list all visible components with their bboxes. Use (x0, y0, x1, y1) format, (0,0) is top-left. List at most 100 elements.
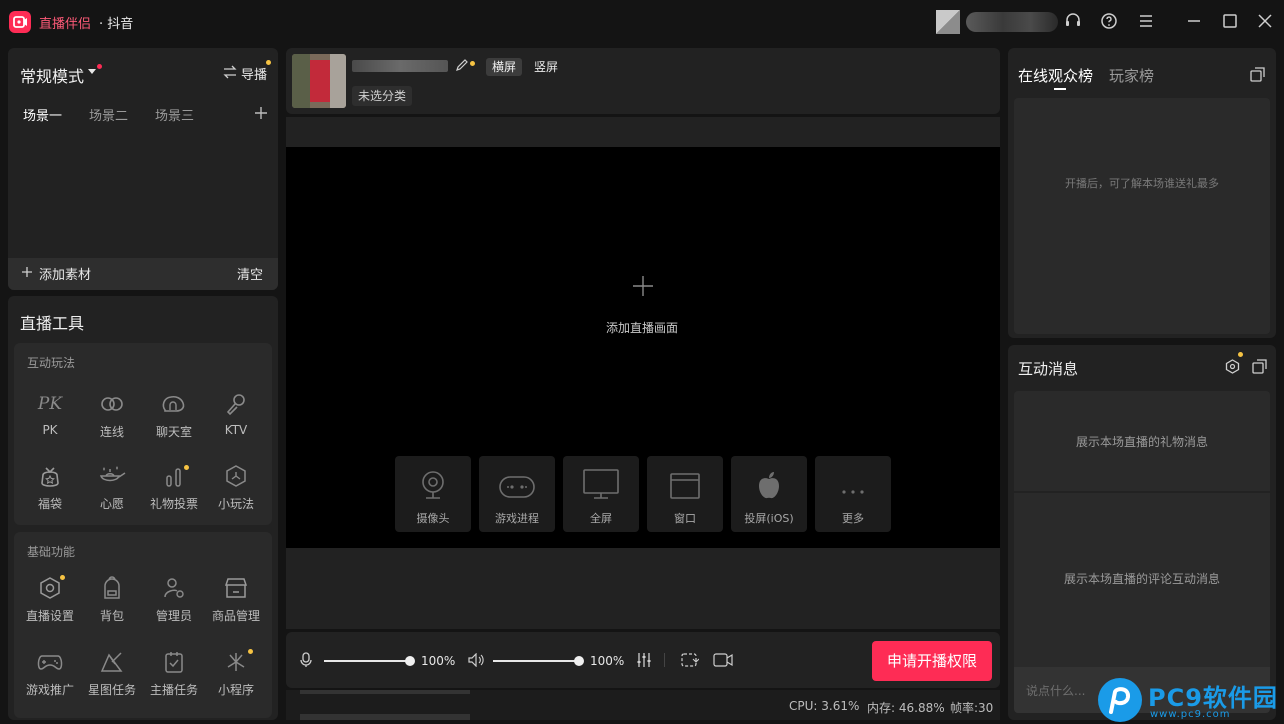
source-fullscreen[interactable]: 全屏 (563, 456, 639, 532)
source-camera[interactable]: 摄像头 (395, 456, 471, 532)
audience-panel: 在线观众榜 玩家榜 开播后，可了解本场谁送礼最多 (1008, 48, 1276, 338)
tab-active-indicator (1054, 88, 1066, 90)
backpack-label: 背包 (99, 609, 124, 623)
add-scene-label: 添加直播画面 (606, 321, 679, 335)
minimize-icon[interactable] (1185, 12, 1205, 32)
screen-rotate-icon[interactable] (679, 653, 699, 667)
stream-cover[interactable] (292, 54, 346, 108)
support-headset-icon[interactable] (1064, 12, 1084, 32)
mini-program-button[interactable]: 小程序 (205, 649, 267, 698)
close-icon[interactable] (1256, 12, 1276, 32)
admin-label: 管理员 (155, 609, 192, 623)
vote-button[interactable]: 礼物投票 (143, 463, 205, 512)
guide-badge (266, 60, 271, 65)
chatroom-button[interactable]: 聊天室 (143, 391, 205, 440)
live-settings-button[interactable]: 直播设置 (19, 575, 81, 624)
category-tag[interactable]: 未选分类 (352, 86, 413, 106)
star-map-button[interactable]: 星图任务 (81, 649, 143, 698)
add-scene-plus-icon[interactable] (632, 275, 654, 297)
star-map-icon (81, 649, 143, 675)
link-icon (81, 391, 143, 417)
landscape-toggle[interactable]: 横屏 (486, 58, 523, 76)
chevron-down-icon[interactable] (88, 69, 96, 74)
lucky-bag-button[interactable]: 福袋 (19, 463, 81, 512)
title-bar: 直播伴侣 · 抖音 (0, 0, 1284, 44)
wish-button[interactable]: 心愿 (81, 463, 143, 512)
backpack-button[interactable]: 背包 (81, 575, 143, 624)
store-icon (205, 575, 267, 601)
help-icon[interactable] (1100, 12, 1120, 32)
messages-panel: 互动消息 展示本场直播的礼物消息 展示本场直播的评论互动消息 说点什么... (1008, 345, 1276, 720)
speaker-volume-slider[interactable] (493, 660, 579, 662)
guide-button[interactable]: 导播 (241, 64, 267, 83)
mic-volume-slider[interactable] (324, 660, 410, 662)
add-source-button[interactable]: 添加素材 (39, 264, 91, 283)
tools-title: 直播工具 (20, 314, 85, 333)
mini-game-button[interactable]: 小玩法 (205, 463, 267, 512)
watermark-brand: PC9软件园 (1148, 684, 1278, 712)
message-settings-icon[interactable] (1225, 359, 1240, 374)
link-label: 连线 (99, 425, 124, 439)
portrait-toggle[interactable]: 竖屏 (528, 58, 564, 76)
swap-icon[interactable] (222, 65, 238, 79)
menu-icon[interactable] (1137, 12, 1157, 32)
monitor-icon (563, 456, 639, 500)
mic-volume-handle[interactable] (405, 656, 415, 666)
mode-selector[interactable]: 常规模式 (20, 63, 84, 87)
source-more[interactable]: 更多 (815, 456, 891, 532)
maximize-icon[interactable] (1221, 12, 1241, 32)
chatroom-icon (143, 391, 205, 417)
user-avatar[interactable] (936, 10, 960, 34)
admin-icon (143, 575, 205, 601)
microphone-toggle-icon[interactable] (299, 652, 313, 668)
ktv-button[interactable]: KTV (205, 391, 267, 437)
audience-empty-text: 开播后，可了解本场谁送礼最多 (1065, 177, 1219, 190)
basic-section-title: 基础功能 (27, 545, 76, 559)
pk-button[interactable]: PK PK (19, 391, 81, 437)
speaker-toggle-icon[interactable] (468, 653, 484, 667)
vote-icon (143, 463, 205, 489)
add-scene-icon[interactable] (254, 106, 268, 120)
record-camera-icon[interactable] (713, 653, 733, 667)
source-window[interactable]: 窗口 (647, 456, 723, 532)
tab-player-rank[interactable]: 玩家榜 (1109, 65, 1154, 86)
speaker-volume-fill (493, 660, 579, 662)
status-ticker-blurred-2 (300, 714, 470, 720)
popout-messages-icon[interactable] (1252, 359, 1267, 374)
notification-dot (97, 64, 102, 69)
interactive-section-title: 互动玩法 (27, 356, 76, 370)
edit-badge (470, 61, 475, 66)
preview-canvas[interactable] (286, 147, 1000, 548)
tab-scene-2[interactable]: 场景二 (89, 105, 128, 124)
source-ios-cast[interactable]: 投屏(iOS) (731, 456, 807, 532)
game-promo-button[interactable]: 游戏推广 (19, 649, 81, 698)
audio-mixer-icon[interactable] (636, 652, 652, 668)
tab-online-audience[interactable]: 在线观众榜 (1018, 65, 1093, 86)
popout-icon[interactable] (1250, 67, 1265, 82)
divider (664, 653, 665, 667)
game-promo-label: 游戏推广 (25, 683, 74, 697)
watermark-logo-icon (1098, 678, 1142, 722)
apply-live-permission-button[interactable]: 申请开播权限 (872, 641, 992, 681)
streamer-task-button[interactable]: 主播任务 (143, 649, 205, 698)
user-name-blurred[interactable] (966, 12, 1058, 32)
fps-value: 帧率:30 (950, 701, 994, 715)
speaker-volume-handle[interactable] (574, 656, 584, 666)
pk-icon: PK (37, 394, 63, 414)
tab-scene-3[interactable]: 场景三 (155, 105, 194, 124)
admin-button[interactable]: 管理员 (143, 575, 205, 624)
comment-input-placeholder: 说点什么... (1026, 684, 1086, 698)
comment-message-text: 展示本场直播的评论互动消息 (1063, 572, 1220, 586)
source-game-process[interactable]: 游戏进程 (479, 456, 555, 532)
clear-button[interactable]: 清空 (237, 264, 263, 283)
edit-title-icon[interactable] (455, 58, 469, 72)
tab-scene-1[interactable]: 场景一 (23, 105, 62, 124)
stream-title-blurred[interactable] (352, 60, 448, 72)
pk-label: PK (42, 423, 58, 437)
link-button[interactable]: 连线 (81, 391, 143, 440)
mini-program-badge (248, 649, 253, 654)
add-source-icon[interactable] (21, 266, 33, 278)
lucky-bag-icon (19, 463, 81, 489)
store-button[interactable]: 商品管理 (205, 575, 267, 624)
source-window-label: 窗口 (674, 512, 696, 525)
